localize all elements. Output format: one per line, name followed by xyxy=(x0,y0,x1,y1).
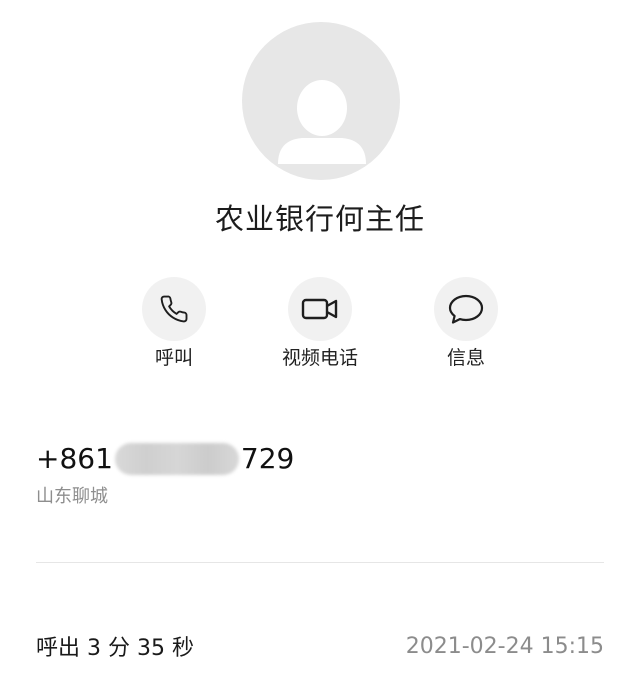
message-bubble-icon xyxy=(448,294,484,324)
phone-number-redaction xyxy=(114,442,239,475)
message-button-label: 信息 xyxy=(446,347,485,369)
call-log-entry[interactable]: 呼出 3 分 35 秒 2021-02-24 15:15 xyxy=(36,630,604,662)
section-divider xyxy=(36,562,604,563)
call-button[interactable]: 呼叫 xyxy=(104,277,244,372)
contact-avatar[interactable] xyxy=(242,22,400,180)
person-placeholder-icon xyxy=(278,80,366,164)
contact-name: 农业银行何主任 xyxy=(214,202,425,236)
message-button[interactable]: 信息 xyxy=(396,277,536,372)
video-camera-icon xyxy=(301,298,338,320)
video-call-button[interactable]: 视频电话 xyxy=(250,277,390,372)
number-location: 山东聊城 xyxy=(36,486,108,507)
video-call-button-circle[interactable] xyxy=(288,277,352,341)
video-call-button-label: 视频电话 xyxy=(281,347,358,369)
phone-number-prefix: +861 xyxy=(36,442,113,475)
phone-number-suffix: 729 xyxy=(240,442,295,475)
message-button-circle[interactable] xyxy=(434,277,498,341)
call-summary: 呼出 3 分 35 秒 xyxy=(36,636,194,661)
phone-number[interactable]: +861 729 xyxy=(36,442,294,475)
call-timestamp: 2021-02-24 15:15 xyxy=(405,633,604,659)
call-button-label: 呼叫 xyxy=(154,347,193,369)
phone-icon xyxy=(160,295,188,323)
call-button-circle[interactable] xyxy=(142,277,206,341)
